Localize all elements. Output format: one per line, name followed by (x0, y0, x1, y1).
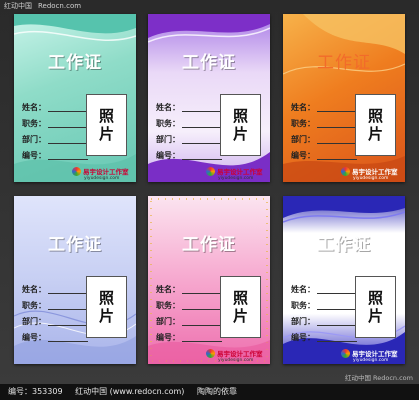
photo-placeholder: 照片 (86, 94, 127, 156)
site-link[interactable]: 红动中国 (www.redocn.com) (75, 387, 184, 396)
id-card-blue: 工作证 姓名： 职务： 部门： 编号： 照片 易宇设计工作室 yiyudesign… (283, 196, 405, 364)
field-number: 编号： (156, 150, 222, 161)
field-position: 职务： (156, 300, 222, 311)
photo-placeholder: 照片 (355, 94, 396, 156)
photo-placeholder: 照片 (86, 276, 127, 338)
photo-placeholder: 照片 (355, 276, 396, 338)
field-name: 姓名： (22, 102, 88, 113)
studio-logo: 易宇设计工作室 yiyudesign.com (206, 348, 263, 363)
field-department: 部门： (291, 316, 357, 327)
logo-icon (341, 167, 350, 176)
id-card-orange: 工作证 姓名： 职务： 部门： 编号： 照片 易宇设计工作室 yiyudesign… (283, 14, 405, 182)
studio-logo: 易宇设计工作室 yiyudesign.com (72, 166, 129, 181)
field-number: 编号： (156, 332, 222, 343)
id-card-mint: 工作证 姓名： 职务： 部门： 编号： 照片 易宇设计工作室 yiyudesign… (14, 14, 136, 182)
field-name: 姓名： (156, 102, 222, 113)
field-number: 编号： (291, 332, 357, 343)
studio-logo: 易宇设计工作室 yiyudesign.com (341, 166, 398, 181)
field-department: 部门： (156, 316, 222, 327)
field-name: 姓名： (22, 284, 88, 295)
image-id: 编号：353309 (8, 387, 63, 396)
field-department: 部门： (22, 316, 88, 327)
field-position: 职务： (22, 300, 88, 311)
field-number: 编号： (22, 332, 88, 343)
field-department: 部门： (156, 134, 222, 145)
logo-icon (206, 167, 215, 176)
card-title: 工作证 (317, 53, 371, 73)
id-card-purple: 工作证 姓名： 职务： 部门： 编号： 照片 易宇设计工作室 yiyudesign… (148, 14, 270, 182)
photo-placeholder: 照片 (220, 276, 261, 338)
field-department: 部门： (291, 134, 357, 145)
field-department: 部门： (22, 134, 88, 145)
card-title: 工作证 (48, 53, 102, 73)
field-number: 编号： (22, 150, 88, 161)
field-position: 职务： (22, 118, 88, 129)
card-title: 工作证 (48, 235, 102, 255)
top-watermark-url: Redocn.com (38, 2, 82, 10)
top-watermark-site: 红动中国 (4, 2, 32, 10)
field-name: 姓名： (291, 102, 357, 113)
photo-placeholder: 照片 (220, 94, 261, 156)
card-title: 工作证 (317, 235, 371, 255)
id-card-pink: 工作证 姓名： 职务： 部门： 编号： 照片 易宇设计工作室 yiyudesign… (148, 196, 270, 364)
author-name[interactable]: 陶陶的依靠 (197, 387, 237, 396)
logo-icon (341, 349, 350, 358)
field-name: 姓名： (291, 284, 357, 295)
logo-icon (72, 167, 81, 176)
field-position: 职务： (156, 118, 222, 129)
field-position: 职务： (291, 300, 357, 311)
field-number: 编号： (291, 150, 357, 161)
field-name: 姓名： (156, 284, 222, 295)
studio-logo: 易宇设计工作室 yiyudesign.com (341, 348, 398, 363)
top-watermark: 红动中国 Redocn.com (0, 0, 419, 12)
bottom-bar: 编号：353309 红动中国 (www.redocn.com) 陶陶的依靠 (0, 384, 419, 400)
card-title: 工作证 (182, 235, 236, 255)
corner-watermark: 红动中国 Redocn.com (344, 374, 413, 382)
logo-icon (206, 349, 215, 358)
card-title: 工作证 (182, 53, 236, 73)
id-card-periwinkle: 工作证 姓名： 职务： 部门： 编号： 照片 (14, 196, 136, 364)
studio-logo: 易宇设计工作室 yiyudesign.com (206, 166, 263, 181)
field-position: 职务： (291, 118, 357, 129)
